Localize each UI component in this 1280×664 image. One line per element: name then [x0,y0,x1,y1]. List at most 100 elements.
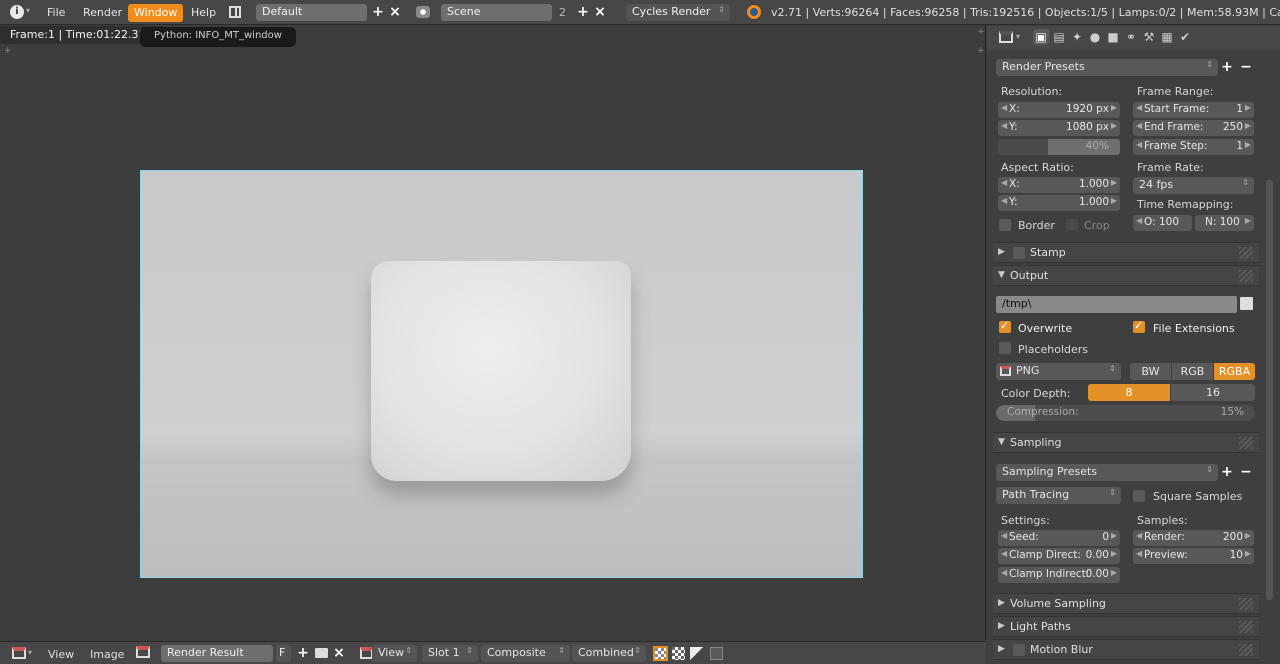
placeholders-checkbox[interactable] [999,342,1011,354]
aspect-x-field[interactable]: ◀ X: 1.000 ▶ [998,177,1120,193]
menu-window[interactable]: Window [128,4,184,22]
output-panel-header[interactable]: ▼ Output [993,265,1259,286]
depth-16-button[interactable]: 16 [1171,384,1255,401]
light-paths-panel-header[interactable]: ▶ Light Paths [993,616,1259,637]
tab-world-icon[interactable]: ● [1087,29,1103,45]
add-scene-icon[interactable]: + [576,5,590,19]
scene-icon[interactable] [416,6,430,18]
add-sampling-preset-icon[interactable]: + [1220,465,1234,479]
output-path-field[interactable]: /tmp\ [996,296,1237,313]
editor-type-icon[interactable] [999,31,1013,43]
tab-physics-icon[interactable]: ✔ [1177,29,1193,45]
slot-dropdown[interactable]: Slot 1 ⇕ [422,645,478,662]
volume-sampling-panel-header[interactable]: ▶ Volume Sampling [993,593,1259,614]
add-preset-icon[interactable]: + [1220,60,1234,74]
image-name-field[interactable]: Render Result [161,645,273,662]
corner-add-icon-top-right[interactable]: + [977,27,985,37]
tab-object-icon[interactable]: ■ [1105,29,1121,45]
menu-render[interactable]: Render [77,4,128,22]
file-browser-icon[interactable] [1240,297,1253,310]
menu-image[interactable]: Image [90,648,124,661]
drag-handle-icon[interactable] [1239,598,1253,610]
layer-dropdown[interactable]: Composite ⇕ [481,645,570,662]
close-scene-icon[interactable]: × [593,5,607,19]
tab-render-layers-icon[interactable]: ▤ [1051,29,1067,45]
frame-rate-dropdown[interactable]: 24 fps ⇕ [1133,177,1254,194]
draw-alpha-icon[interactable] [653,646,668,661]
color-rgba-button[interactable]: RGBA [1214,363,1255,380]
remove-preset-icon[interactable]: − [1239,60,1253,74]
unlink-image-icon[interactable]: × [332,646,346,660]
editor-type-icon[interactable] [12,647,26,659]
drag-handle-icon[interactable] [1239,621,1253,633]
border-checkbox[interactable] [999,219,1011,231]
view-mode-dropdown[interactable]: View ⇕ [372,645,417,662]
seed-field[interactable]: ◀ Seed: 0 ▶ [998,530,1120,546]
menu-help[interactable]: Help [185,4,222,22]
drag-handle-icon[interactable] [1239,437,1253,449]
resolution-y-field[interactable]: ◀ Y: 1080 px ▶ [998,120,1120,136]
corner-add-icon-right[interactable]: + [977,46,985,56]
start-frame-field[interactable]: ◀ Start Frame: 1 ▶ [1133,102,1254,118]
scene-field[interactable]: Scene [441,4,552,21]
remap-old-field[interactable]: ◀ O: 100 [1133,215,1192,231]
screen-layout-icon[interactable] [229,6,241,18]
motion-blur-panel-header[interactable]: ▶ Motion Blur [993,639,1259,660]
compression-slider[interactable]: Compression: 15% [996,405,1255,421]
integrator-dropdown[interactable]: Path Tracing ⇕ [996,487,1121,504]
square-samples-checkbox[interactable] [1133,490,1145,502]
stamp-panel-header[interactable]: ▶ Stamp [993,242,1259,263]
remove-sampling-preset-icon[interactable]: − [1239,465,1253,479]
drag-handle-icon[interactable] [1239,644,1253,656]
corner-add-icon[interactable]: + [4,46,12,56]
drag-handle-icon[interactable] [1239,247,1253,259]
depth-8-button[interactable]: 8 [1088,384,1170,401]
menu-file[interactable]: File [41,4,71,22]
frame-step-field[interactable]: ◀ Frame Step: 1 ▶ [1133,139,1254,155]
chevron-down-icon[interactable]: ▾ [1016,32,1020,41]
sampling-panel-header[interactable]: ▼ Sampling [993,432,1259,453]
preview-samples-field[interactable]: ◀ Preview: 10 ▶ [1133,548,1254,564]
color-rgb-button[interactable]: RGB [1172,363,1213,380]
close-layout-icon[interactable]: × [388,5,402,19]
file-extensions-checkbox[interactable] [1133,319,1145,333]
resolution-percent-slider[interactable]: 40% [998,139,1120,155]
render-presets-dropdown[interactable]: Render Presets ⇕ [996,59,1218,76]
tab-render-icon[interactable]: ▣ [1033,29,1049,45]
tab-constraints-icon[interactable]: ⚭ [1123,29,1139,45]
drag-handle-icon[interactable] [1239,270,1253,282]
render-samples-field[interactable]: ◀ Render: 200 ▶ [1133,530,1254,546]
clamp-direct-field[interactable]: ◀ Clamp Direct: 0.00 ▶ [998,548,1120,564]
chevron-down-icon[interactable]: ▾ [28,648,32,657]
color-bw-button[interactable]: BW [1130,363,1171,380]
resolution-x-field[interactable]: ◀ X: 1920 px ▶ [998,102,1120,118]
end-frame-field[interactable]: ◀ End Frame: 250 ▶ [1133,120,1254,136]
stamp-checkbox[interactable] [1013,247,1025,259]
tab-modifiers-icon[interactable]: ⚒ [1141,29,1157,45]
panel-scrollbar[interactable] [1266,180,1273,600]
open-folder-icon[interactable] [315,648,328,658]
add-layout-icon[interactable]: + [371,5,385,19]
file-format-dropdown[interactable]: PNG ⇕ [996,363,1121,380]
remap-new-field[interactable]: N: 100 ▶ [1195,215,1254,231]
red-channel-icon[interactable] [710,647,723,660]
fake-user-button[interactable]: F [276,645,291,662]
motion-blur-checkbox[interactable] [1013,644,1025,656]
crop-checkbox[interactable] [1066,219,1078,231]
pass-dropdown[interactable]: Combined ⇕ [572,645,646,662]
image-editor-area[interactable] [0,26,986,640]
tab-scene-icon[interactable]: ✦ [1069,29,1085,45]
info-icon[interactable]: i [10,5,24,19]
clamp-indirect-field[interactable]: ◀ Clamp Indirect: 0.00 ▶ [998,567,1120,583]
new-image-icon[interactable]: + [296,646,310,660]
draw-z-buffer-icon[interactable] [690,647,703,660]
chevron-down-icon[interactable]: ▾ [26,6,30,15]
image-browse-icon[interactable] [136,646,150,658]
screen-layout-field[interactable]: Default [256,4,367,21]
menu-view[interactable]: View [48,648,74,661]
tab-particles-icon[interactable]: ▦ [1159,29,1175,45]
aspect-y-field[interactable]: ◀ Y: 1.000 ▶ [998,195,1120,211]
draw-alpha-only-icon[interactable] [672,647,685,660]
sampling-presets-dropdown[interactable]: Sampling Presets ⇕ [996,464,1218,481]
render-engine-dropdown[interactable]: Cycles Render ⇕ [626,4,730,21]
